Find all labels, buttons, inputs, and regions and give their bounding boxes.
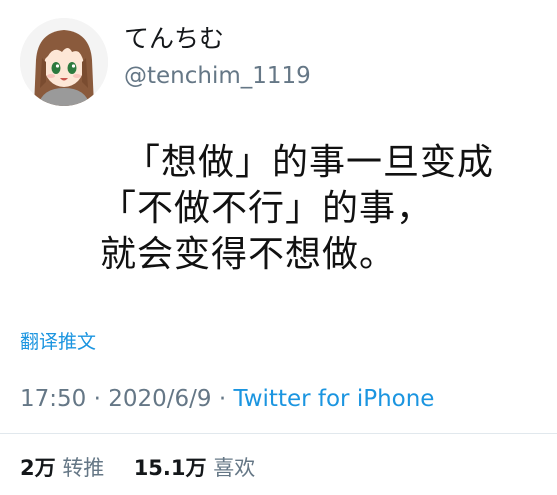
meta-separator: · bbox=[86, 386, 109, 412]
tweet-text: 「想做」的事一旦变成 「不做不行」的事， 就会变得不想做。 bbox=[100, 140, 540, 278]
divider bbox=[0, 433, 557, 434]
tweet-text-line: 就会变得不想做。 bbox=[100, 234, 397, 275]
retweets-stat[interactable]: 2万 转推 bbox=[20, 456, 111, 480]
tweet-time[interactable]: 17:50 bbox=[20, 386, 86, 412]
anime-girl-avatar-icon bbox=[20, 18, 108, 106]
translate-tweet-link[interactable]: 翻译推文 bbox=[20, 330, 96, 354]
tweet-meta: 17:50 · 2020/6/9 · Twitter for iPhone bbox=[20, 385, 434, 413]
author-display-name[interactable]: てんちむ bbox=[124, 24, 224, 54]
tweet-stats: 2万 转推 15.1万 喜欢 bbox=[20, 455, 255, 481]
likes-label: 喜欢 bbox=[213, 456, 256, 480]
tweet-date[interactable]: 2020/6/9 bbox=[108, 386, 211, 412]
tweet-text-line: 「想做」的事一旦变成 bbox=[124, 142, 495, 183]
tweet-text-line: 「不做不行」的事， bbox=[100, 188, 434, 229]
likes-stat[interactable]: 15.1万 喜欢 bbox=[127, 456, 256, 480]
meta-separator: · bbox=[211, 386, 234, 412]
retweets-label: 转推 bbox=[62, 456, 105, 480]
tweet-source-link[interactable]: Twitter for iPhone bbox=[233, 386, 434, 412]
retweets-count: 2万 bbox=[20, 456, 56, 480]
likes-count: 15.1万 bbox=[133, 456, 207, 480]
author-avatar[interactable] bbox=[20, 18, 108, 106]
author-handle[interactable]: @tenchim_1119 bbox=[124, 62, 311, 90]
